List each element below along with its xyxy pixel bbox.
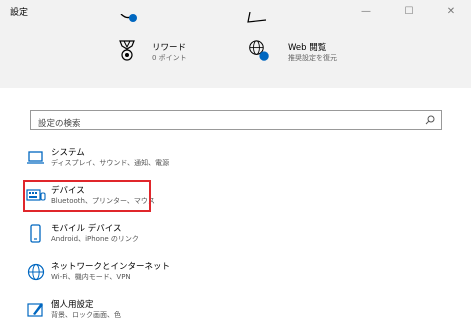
category-personalization[interactable]: 個人用設定 背景、ロック画面、色: [26, 298, 326, 330]
close-button[interactable]: ✕: [437, 0, 465, 22]
minimize-icon: —: [361, 5, 371, 17]
laptop-icon: [27, 151, 44, 164]
window-title: 設定: [10, 8, 29, 18]
category-subtitle: Android、iPhone のリンク: [51, 235, 139, 243]
category-mobile-devices[interactable]: モバイル デバイス Android、iPhone のリンク: [26, 222, 326, 254]
globe-icon: [249, 40, 269, 61]
highlight-box: [23, 180, 151, 212]
category-subtitle: ディスプレイ、サウンド、通知、電源: [51, 159, 170, 167]
web-browsing-title: Web 閲覧: [288, 43, 327, 53]
partial-icon-left: [120, 14, 137, 22]
search-icon[interactable]: [425, 115, 435, 125]
category-network[interactable]: ネットワークとインターネット Wi-Fi、機内モード、VPN: [26, 260, 326, 292]
globe-icon: [27, 263, 45, 281]
search-box[interactable]: [30, 110, 442, 133]
header-band: 設定 — ☐ ✕ リワード 0 ポイント Web 閲覧 推奨設定を復元: [0, 0, 471, 88]
rewards-title: リワード: [152, 43, 187, 53]
rewards-item[interactable]: リワード 0 ポイント: [116, 40, 236, 70]
paint-icon: [27, 303, 43, 317]
rewards-subtitle: 0 ポイント: [152, 54, 187, 62]
medal-icon: [119, 40, 135, 61]
category-title: モバイル デバイス: [51, 224, 122, 234]
minimize-button[interactable]: —: [352, 0, 380, 22]
category-subtitle: 背景、ロック画面、色: [51, 311, 121, 319]
category-system[interactable]: システム ディスプレイ、サウンド、通知、電源: [26, 146, 326, 178]
phone-icon: [30, 224, 41, 243]
close-icon: ✕: [446, 5, 456, 17]
partial-icon-right: [247, 12, 267, 23]
web-browsing-subtitle: 推奨設定を復元: [288, 54, 337, 62]
category-subtitle: Wi-Fi、機内モード、VPN: [51, 273, 131, 281]
category-title: システム: [51, 148, 85, 158]
search-input[interactable]: [31, 115, 411, 133]
title-bar: 設定 — ☐ ✕: [0, 0, 471, 22]
category-title: 個人用設定: [51, 300, 94, 310]
maximize-button[interactable]: ☐: [395, 0, 423, 22]
web-browsing-item[interactable]: Web 閲覧 推奨設定を復元: [248, 40, 378, 70]
maximize-icon: ☐: [404, 5, 414, 17]
category-title: ネットワークとインターネット: [51, 262, 171, 272]
